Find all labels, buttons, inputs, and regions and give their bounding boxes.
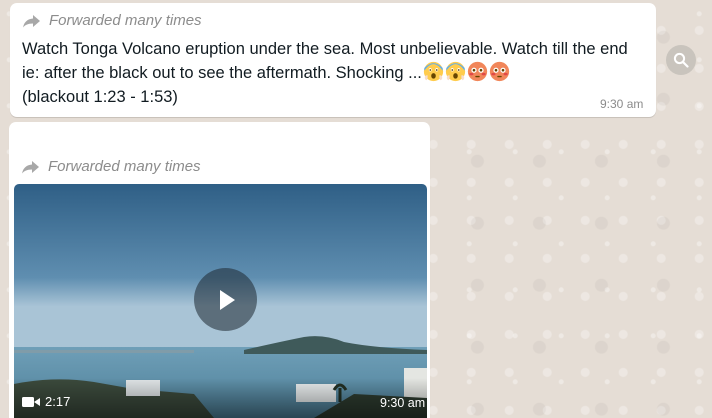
play-icon [219,289,235,310]
forwarded-label: Forwarded many times [22,12,202,29]
flushed-face-icon [467,61,488,82]
face-screaming-in-fear-icon [445,61,466,82]
search-icon [673,52,689,68]
face-screaming-in-fear-icon [423,61,444,82]
message-timestamp: 9:30 am [600,97,644,111]
message-body: Watch Tonga Volcano eruption under the s… [22,37,644,109]
flushed-face-icon [489,61,510,82]
video-duration-text: 2:17 [45,394,71,409]
forward-arrow-icon [23,14,40,27]
message-bubble-text[interactable]: Forwarded many times Watch Tonga Volcano… [10,3,656,117]
search-message-button[interactable] [666,45,696,75]
forwarded-label: Forwarded many times [21,158,201,175]
video-overlay-gradient [14,378,427,418]
video-duration: 2:17 [22,394,70,409]
message-text-line2: (blackout 1:23 - 1:53) [22,88,178,106]
video-thumbnail[interactable]: 2:17 9:30 am [14,184,427,418]
forwarded-text: Forwarded many times [49,12,202,29]
message-timestamp: 9:30 am [380,396,426,410]
video-camera-icon [22,396,40,407]
message-text: Watch Tonga Volcano eruption under the s… [22,40,628,82]
message-bubble-video[interactable]: Forwarded many times 2:17 9:30 am [9,122,430,418]
forwarded-text: Forwarded many times [48,158,201,175]
play-button[interactable] [194,268,257,331]
forward-arrow-icon [22,160,39,173]
